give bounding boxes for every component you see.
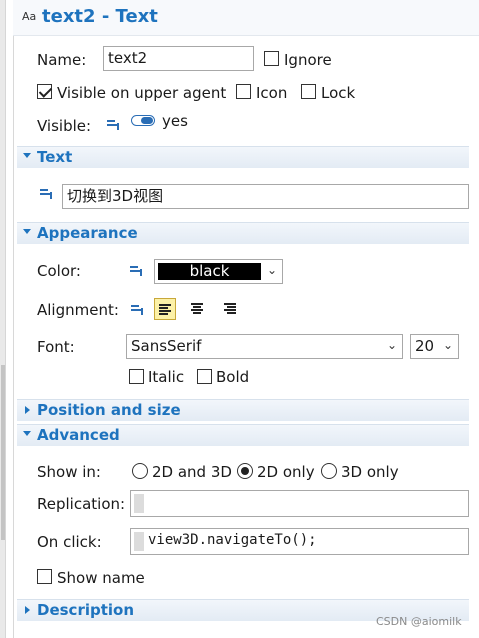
static-dynamic-icon[interactable] [107,120,120,130]
visible-label: Visible: [37,117,92,135]
collapse-arrow-icon [23,153,31,158]
collapse-arrow-icon [23,229,31,234]
section-appearance[interactable]: Appearance [17,222,469,244]
static-dynamic-icon[interactable] [130,266,143,276]
section-text-label: Text [37,148,73,166]
lock-label: Lock [321,84,356,102]
lock-checkbox[interactable] [301,84,316,99]
italic-label: Italic [148,368,185,386]
name-label: Name: [37,51,87,69]
scrollbar-thumb[interactable] [1,365,5,540]
section-appearance-label: Appearance [37,224,138,242]
visible-upper-agent-label: Visible on upper agent [57,84,227,102]
replication-field[interactable] [130,490,469,517]
replication-label: Replication: [37,495,126,513]
section-position-size[interactable]: Position and size [17,399,469,421]
chevron-down-icon: ⌄ [442,338,453,352]
font-dropdown[interactable]: SansSerif ⌄ [126,334,403,359]
show-in-2d-only-label: 2D only [257,463,315,481]
color-swatch: black [158,263,261,280]
code-gutter [134,494,144,513]
section-advanced-label: Advanced [37,426,120,444]
color-label: Color: [37,262,81,280]
panel-title: text2 - Text [42,6,158,27]
collapse-arrow-icon [23,431,31,436]
font-value: SansSerif [131,337,202,355]
alignment-label: Alignment: [37,301,119,319]
show-in-3d-only-radio[interactable] [321,463,337,479]
watermark: CSDN @aiomilk [376,615,462,628]
show-in-2d-and-3d-label: 2D and 3D [152,463,232,481]
chevron-down-icon: ⌄ [386,338,397,352]
static-dynamic-icon[interactable] [40,189,53,199]
expand-arrow-icon [25,606,30,614]
icon-label: Icon [256,84,288,102]
text-type-icon: Aa [22,10,37,23]
visible-upper-agent-checkbox[interactable] [37,84,52,99]
visible-toggle[interactable] [131,115,155,126]
italic-checkbox[interactable] [129,369,144,384]
align-center-icon[interactable] [186,298,208,320]
show-in-3d-only-label: 3D only [341,463,399,481]
on-click-code-field[interactable]: view3D.navigateTo(); [130,528,469,555]
show-in-2d-only-radio[interactable] [237,463,253,479]
show-name-label: Show name [57,569,145,587]
visible-value: yes [162,112,188,130]
ignore-checkbox[interactable] [264,51,279,66]
left-scrollbar[interactable] [0,0,6,638]
font-label: Font: [37,338,75,356]
section-advanced[interactable]: Advanced [17,424,469,446]
text-value-input[interactable]: 切换到3D视图 [62,184,469,209]
show-name-checkbox[interactable] [37,569,52,584]
section-position-size-label: Position and size [37,401,181,419]
name-input[interactable]: text2 [103,46,254,71]
bold-label: Bold [216,368,250,386]
ignore-label: Ignore [284,51,332,69]
chevron-down-icon: ⌄ [266,263,277,277]
icon-checkbox[interactable] [236,84,251,99]
show-in-label: Show in: [37,463,101,481]
align-right-icon[interactable] [218,298,240,320]
static-dynamic-icon[interactable] [131,305,144,315]
on-click-label: On click: [37,533,102,551]
font-size-dropdown[interactable]: 20 ⌄ [410,334,459,359]
section-text[interactable]: Text [17,146,469,168]
bold-checkbox[interactable] [197,369,212,384]
font-size-value: 20 [415,337,435,355]
on-click-code: view3D.navigateTo(); [148,532,317,548]
show-in-2d-and-3d-radio[interactable] [132,463,148,479]
code-gutter [134,532,144,551]
align-left-icon[interactable] [154,298,176,320]
expand-arrow-icon [25,406,30,414]
section-description-label: Description [37,601,135,619]
color-dropdown[interactable]: black ⌄ [154,259,283,284]
